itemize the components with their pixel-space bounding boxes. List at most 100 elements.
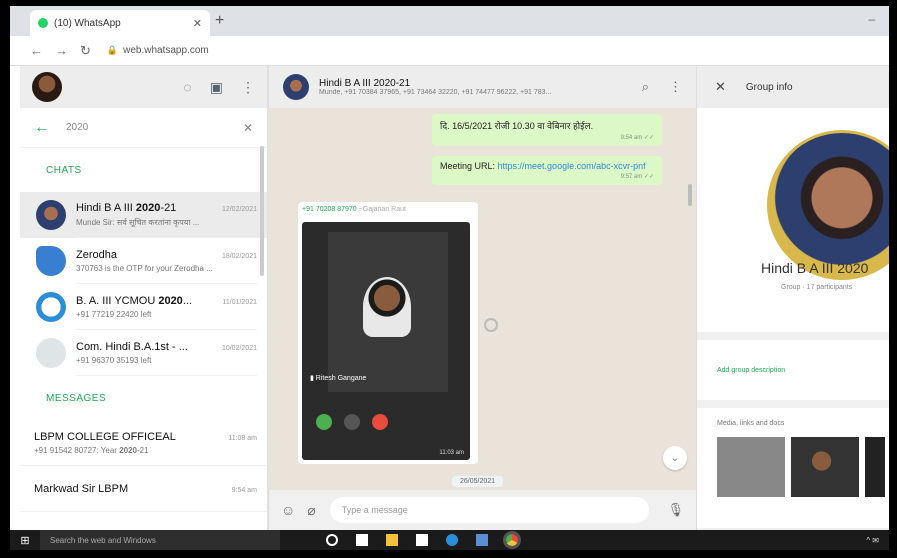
chat-name: B. A. III YCMOU 2020...: [76, 294, 192, 307]
my-avatar[interactable]: [32, 72, 62, 102]
search-back-icon[interactable]: ←: [34, 119, 50, 137]
app-icon[interactable]: [476, 534, 488, 546]
file-explorer-icon[interactable]: [386, 534, 398, 546]
media-section: Media, links and docs: [697, 408, 889, 528]
edge-icon[interactable]: [446, 534, 458, 546]
message-time: 9:54 am: [231, 486, 257, 494]
sidebar-scrollbar[interactable]: [260, 146, 264, 276]
browser-tab-bar: (10) WhatsApp ✕ + –: [10, 6, 889, 36]
message-time: 11:08 am: [228, 434, 257, 442]
chat-preview: 370763 is the OTP for your Zerodha ...: [76, 263, 213, 273]
chat-avatar: [36, 200, 66, 230]
search-row: ← ✕: [20, 108, 267, 148]
video-preview[interactable]: ▮ Ritesh Gangane 11:03 am: [302, 222, 470, 460]
chat-time: 11/01/2021: [222, 298, 257, 306]
new-chat-icon[interactable]: ▣: [210, 79, 223, 96]
chat-item[interactable]: Zerodha 18/02/2021 370763 is the OTP for…: [20, 238, 267, 284]
chat-sidebar: ◌ ▣ ⋮ ← ✕ CHATS Hindi B A III 2020-21 12…: [20, 66, 268, 530]
back-icon[interactable]: ←: [30, 43, 43, 58]
windows-start-icon[interactable]: ⊞: [10, 534, 40, 547]
outgoing-message[interactable]: दि. 16/5/2021 रोजी 10.30 वा वेबिनार होईल…: [432, 114, 662, 146]
message-time: 9:54 am ✓✓: [620, 135, 654, 141]
microphone-icon[interactable]: 🎙: [667, 502, 684, 518]
video-frame: [328, 232, 448, 392]
chat-name: Zerodha: [76, 248, 117, 261]
attach-icon[interactable]: ⌀: [307, 502, 315, 519]
zerodha-logo-icon: [36, 246, 66, 276]
meeting-link[interactable]: https://meet.google.com/abc-xcvr-pnf: [498, 161, 646, 171]
message-time: 9:57 am ✓✓: [620, 174, 654, 180]
group-info-header: ✕ Group info: [697, 66, 889, 108]
message-input[interactable]: Type a message: [329, 497, 650, 523]
minimize-window-icon[interactable]: –: [868, 12, 875, 26]
video-sender: +91 70208 87970 ~Gajanan Raut: [302, 206, 406, 213]
conversation-header-icons: ⌕ ⋮: [642, 79, 682, 95]
emoji-icon[interactable]: ☺: [281, 502, 295, 519]
message-text: Meeting URL: https://meet.google.com/abc…: [440, 161, 646, 171]
menu-icon[interactable]: ⋮: [241, 79, 255, 96]
video-call-controls: [316, 414, 388, 430]
message-text: दि. 16/5/2021 रोजी 10.30 वा वेबिनार होईल…: [440, 121, 594, 131]
status-icon[interactable]: ◌: [183, 79, 191, 96]
camera-icon: [316, 414, 332, 430]
chat-preview: +91 96370 35193 left: [76, 355, 152, 365]
message-result[interactable]: LBPM COLLEGE OFFICEAL 11:08 am +91 91542…: [20, 420, 267, 466]
screen: (10) WhatsApp ✕ + – ← → ↻ 🔒 web.whatsapp…: [10, 6, 889, 550]
forward-media-icon[interactable]: [484, 318, 498, 332]
conversation-scrollbar[interactable]: [688, 184, 692, 206]
reload-icon[interactable]: ↻: [80, 43, 91, 59]
sidebar-header-icons: ◌ ▣ ⋮: [183, 79, 255, 96]
forward-icon[interactable]: →: [55, 43, 68, 58]
url-text: web.whatsapp.com: [123, 45, 209, 56]
media-thumbnail[interactable]: [717, 437, 785, 497]
message-chat-name: LBPM COLLEGE OFFICEAL: [34, 430, 176, 443]
cortana-icon[interactable]: [326, 534, 338, 546]
incoming-video-message[interactable]: +91 70208 87970 ~Gajanan Raut ▮ Ritesh G…: [298, 202, 478, 464]
chat-body: Hindi B A III 2020-21 12/02/2021 Munde S…: [76, 192, 257, 238]
message-result[interactable]: Markwad Sir LBPM 9:54 am: [20, 466, 267, 512]
chat-item[interactable]: Com. Hindi B.A.1st - ... 10/02/2021 +91 …: [20, 330, 267, 376]
chat-item[interactable]: B. A. III YCMOU 2020... 11/01/2021 +91 7…: [20, 284, 267, 330]
taskbar-apps: [326, 531, 521, 549]
system-tray-icon[interactable]: ^ ✉: [866, 536, 879, 545]
media-thumbnail[interactable]: [865, 437, 885, 497]
store-icon[interactable]: [416, 534, 428, 546]
whatsapp-favicon-icon: [38, 18, 48, 28]
close-icon[interactable]: ✕: [715, 79, 726, 95]
outgoing-message[interactable]: Meeting URL: https://meet.google.com/abc…: [432, 156, 662, 185]
menu-icon[interactable]: ⋮: [669, 79, 682, 95]
video-time: 11:03 am: [439, 450, 464, 456]
search-icon[interactable]: ⌕: [642, 79, 649, 95]
chat-body: Com. Hindi B.A.1st - ... 10/02/2021 +91 …: [76, 330, 257, 376]
chat-time: 12/02/2021: [221, 205, 257, 213]
scroll-down-icon[interactable]: ⌄: [663, 446, 687, 470]
chat-preview: +91 77219 22420 left: [76, 309, 152, 319]
conversation-header[interactable]: Hindi B A III 2020-21 Munde, +91 70384 3…: [268, 66, 696, 108]
default-group-avatar-icon: [36, 338, 66, 368]
close-tab-icon[interactable]: ✕: [193, 17, 202, 30]
new-tab-icon[interactable]: +: [215, 12, 224, 30]
clear-search-icon[interactable]: ✕: [243, 121, 253, 135]
chat-body: B. A. III YCMOU 2020... 11/01/2021 +91 7…: [76, 284, 257, 330]
browser-tab[interactable]: (10) WhatsApp ✕: [30, 10, 210, 36]
add-group-description[interactable]: Add group description: [697, 340, 889, 400]
search-input[interactable]: [66, 122, 243, 133]
media-label[interactable]: Media, links and docs: [717, 420, 889, 427]
group-photo[interactable]: [767, 130, 889, 280]
media-thumbnail[interactable]: [791, 437, 859, 497]
sidebar-header: ◌ ▣ ⋮: [20, 66, 267, 108]
media-thumbnails: [717, 437, 889, 497]
composer-icons: ☺ ⌀: [281, 502, 316, 519]
chat-item[interactable]: Hindi B A III 2020-21 12/02/2021 Munde S…: [20, 192, 267, 238]
taskbar-search[interactable]: Search the web and Windows: [40, 530, 280, 550]
chat-time: 18/02/2021: [221, 252, 257, 260]
participants-icon: [344, 414, 360, 430]
windows-taskbar: ⊞ Search the web and Windows ^ ✉: [10, 530, 889, 550]
message-chat-name: Markwad Sir LBPM: [34, 482, 129, 495]
chrome-icon[interactable]: [503, 531, 521, 549]
participant-image: [363, 277, 411, 337]
url-field[interactable]: 🔒 web.whatsapp.com: [103, 40, 209, 62]
task-view-icon[interactable]: [356, 534, 368, 546]
group-meta: Group · 17 participants: [781, 284, 853, 291]
video-caption: ▮ Ritesh Gangane: [310, 375, 367, 382]
